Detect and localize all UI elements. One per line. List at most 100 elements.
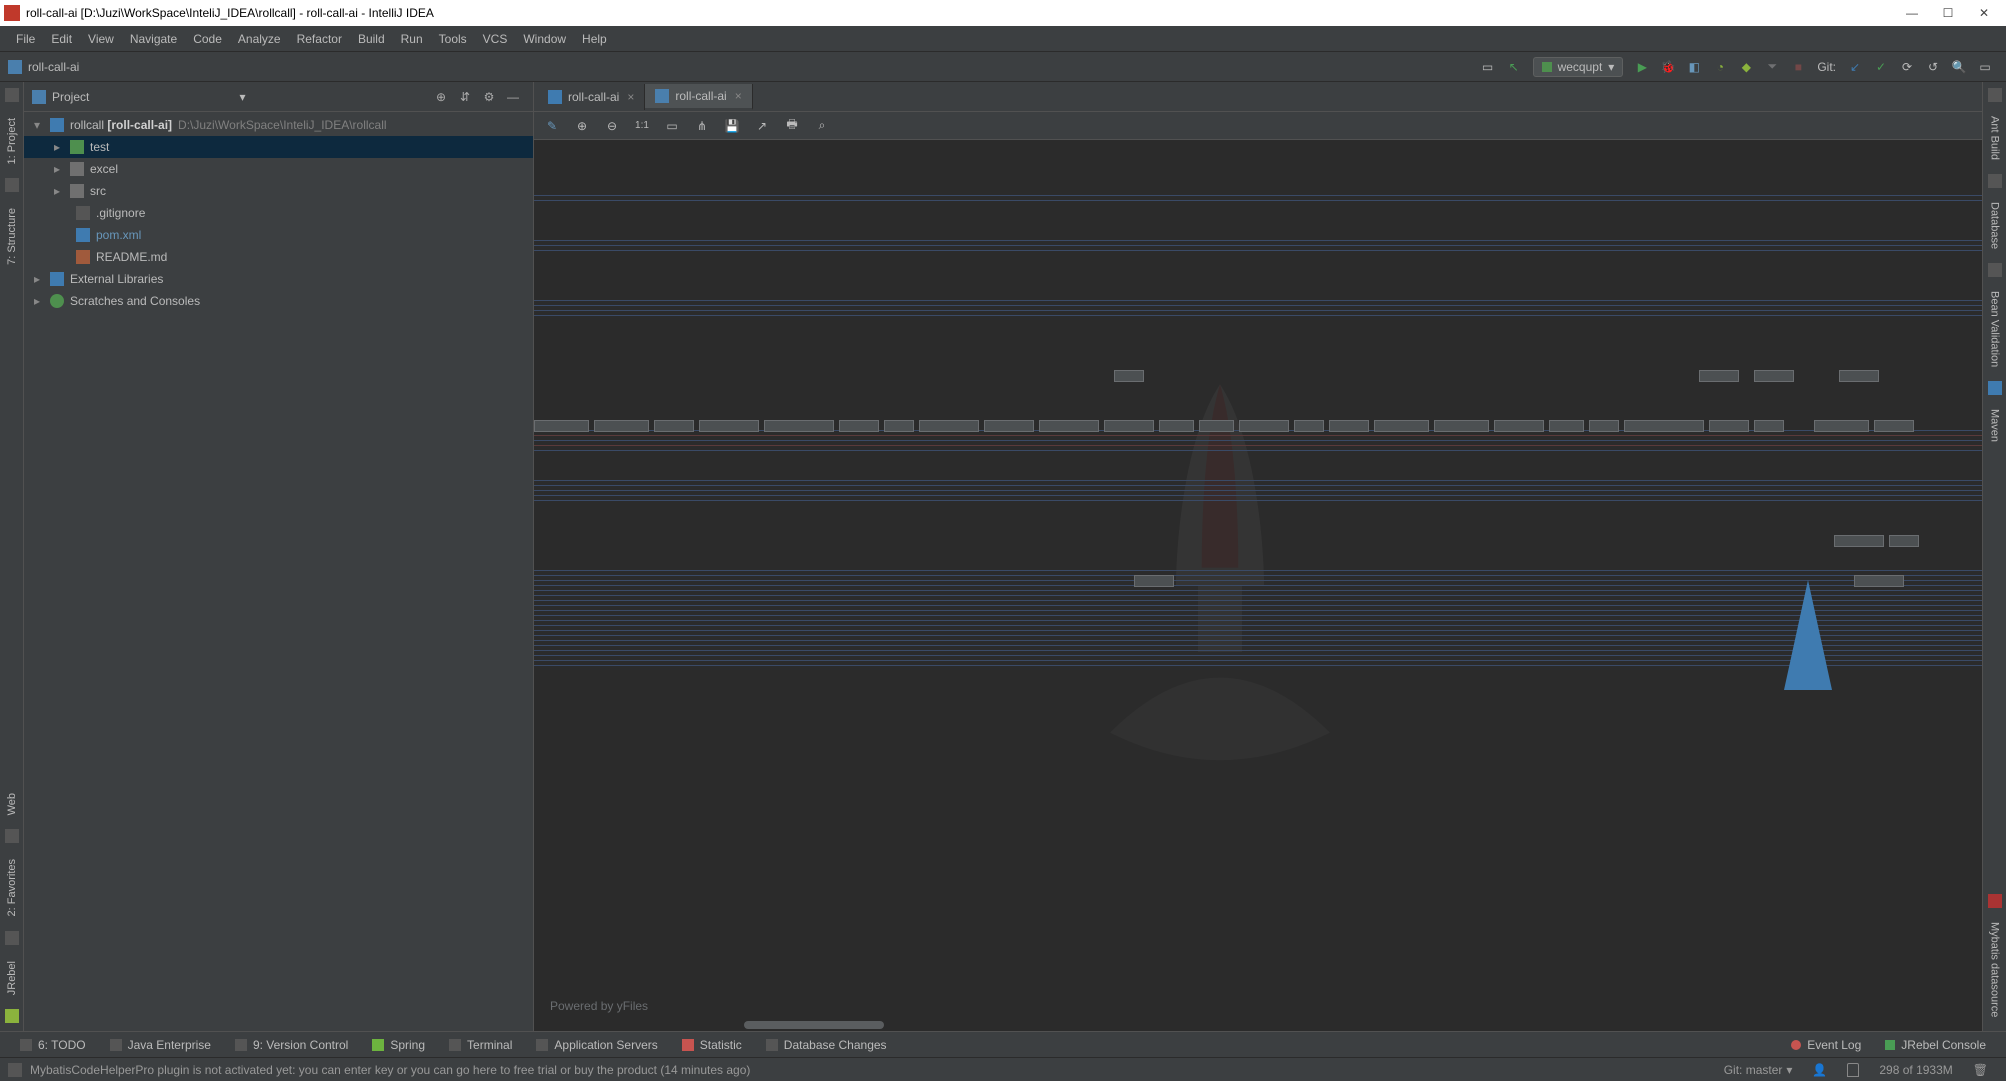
tree-item-test[interactable]: ▸ test — [24, 136, 533, 158]
diagram-node[interactable] — [1329, 420, 1369, 432]
project-view-title[interactable]: Project — [52, 90, 235, 104]
bottom-tab-spring[interactable]: Spring — [360, 1032, 437, 1057]
diagram-node[interactable] — [1294, 420, 1324, 432]
tree-item-src[interactable]: ▸ src — [24, 180, 533, 202]
right-tab-mybatis[interactable]: Mybatis datasource — [1987, 914, 2003, 1025]
status-tool-windows-icon[interactable] — [8, 1063, 22, 1077]
run-with-coverage-button[interactable]: ◧ — [1683, 56, 1705, 78]
bottom-tab-event-log[interactable]: Event Log — [1779, 1032, 1873, 1057]
diagram-node[interactable] — [1854, 575, 1904, 587]
maximize-button[interactable]: ☐ — [1930, 3, 1966, 23]
share-icon[interactable]: ⋔ — [692, 116, 712, 136]
diagram-node[interactable] — [1709, 420, 1749, 432]
expand-arrow-icon[interactable]: ▸ — [50, 140, 64, 154]
right-tab-database[interactable]: Database — [1987, 194, 2003, 257]
status-message[interactable]: MybatisCodeHelperPro plugin is not activ… — [30, 1063, 1714, 1077]
export-icon[interactable]: ↗ — [752, 116, 772, 136]
diagram-node[interactable] — [1889, 535, 1919, 547]
git-revert-button[interactable]: ↺ — [1922, 56, 1944, 78]
back-arrow-icon[interactable]: ↖ — [1503, 56, 1525, 78]
breadcrumb[interactable]: roll-call-ai — [28, 60, 1475, 74]
bottom-tab-terminal[interactable]: Terminal — [437, 1032, 524, 1057]
menu-view[interactable]: View — [80, 32, 122, 46]
diagram-node[interactable] — [1754, 420, 1784, 432]
bottom-tab-db-changes[interactable]: Database Changes — [754, 1032, 899, 1057]
search-everywhere-button[interactable]: 🔍 — [1948, 56, 1970, 78]
diagram-node[interactable] — [534, 420, 589, 432]
diagram-node[interactable] — [1239, 420, 1289, 432]
git-branch-widget[interactable]: Git: master▾ — [1714, 1063, 1803, 1077]
diagram-node[interactable] — [1114, 370, 1144, 382]
left-tab-structure[interactable]: 7: Structure — [4, 200, 20, 273]
collapse-button[interactable]: ⇵ — [455, 87, 475, 107]
left-tab-project[interactable]: 1: Project — [4, 110, 20, 172]
maven-side-icon[interactable] — [1988, 381, 2002, 395]
diagram-node[interactable] — [1589, 420, 1619, 432]
menu-tools[interactable]: Tools — [431, 32, 475, 46]
editor-tab-diagram[interactable]: roll-call-ai × — [645, 84, 752, 110]
hector-icon[interactable]: 👤 — [1802, 1063, 1837, 1077]
right-tab-bean[interactable]: Bean Validation — [1987, 283, 2003, 375]
diagram-cursor[interactable] — [1784, 580, 1832, 690]
stop-button[interactable]: ■ — [1787, 56, 1809, 78]
profile-button[interactable]: ◔ — [1709, 56, 1731, 78]
diagram-node[interactable] — [1754, 370, 1794, 382]
bottom-tab-java-enterprise[interactable]: Java Enterprise — [98, 1032, 223, 1057]
diagram-node[interactable] — [919, 420, 979, 432]
close-tab-icon[interactable]: × — [627, 90, 634, 104]
trash-icon[interactable]: 🗑 — [1963, 1063, 1998, 1077]
layout-settings-icon[interactable]: ▭ — [1477, 56, 1499, 78]
zoom-in-button[interactable]: ⊕ — [572, 116, 592, 136]
menu-run[interactable]: Run — [393, 32, 431, 46]
diagram-node[interactable] — [1104, 420, 1154, 432]
diagram-node[interactable] — [1039, 420, 1099, 432]
settings-icon[interactable]: ⚙ — [479, 87, 499, 107]
run-button[interactable]: ▶ — [1631, 56, 1653, 78]
diagram-node[interactable] — [1199, 420, 1234, 432]
menu-help[interactable]: Help — [574, 32, 615, 46]
close-button[interactable]: ✕ — [1966, 3, 2002, 23]
bottom-tab-statistic[interactable]: Statistic — [670, 1032, 754, 1057]
bottom-tab-todo[interactable]: 6: TODO — [8, 1032, 98, 1057]
diagram-node[interactable] — [884, 420, 914, 432]
diagram-node[interactable] — [1434, 420, 1489, 432]
diagram-node[interactable] — [1494, 420, 1544, 432]
left-tab-web[interactable]: Web — [4, 785, 20, 823]
left-tab-favorites[interactable]: 2: Favorites — [4, 851, 20, 924]
close-tab-icon[interactable]: × — [735, 89, 742, 103]
editor-tab-pom[interactable]: roll-call-ai × — [538, 84, 645, 110]
menu-window[interactable]: Window — [515, 32, 574, 46]
diagram-node[interactable] — [594, 420, 649, 432]
star-icon[interactable] — [5, 931, 19, 945]
git-commit-button[interactable]: ✓ — [1870, 56, 1892, 78]
magic-wand-icon[interactable]: ✎ — [542, 116, 562, 136]
menu-code[interactable]: Code — [185, 32, 230, 46]
tree-item-excel[interactable]: ▸ excel — [24, 158, 533, 180]
debug-button[interactable]: 🐞 — [1657, 56, 1679, 78]
lock-icon[interactable] — [1837, 1063, 1869, 1077]
memory-indicator[interactable]: 298 of 1933M — [1869, 1063, 1962, 1077]
attach-button[interactable]: ⏷ — [1761, 56, 1783, 78]
diagram-node[interactable] — [984, 420, 1034, 432]
project-tree[interactable]: ▾ rollcall [roll-call-ai] D:\Juzi\WorkSp… — [24, 112, 533, 1031]
database-icon[interactable] — [1988, 174, 2002, 188]
tree-item-external-libraries[interactable]: ▸ External Libraries — [24, 268, 533, 290]
ide-settings-icon[interactable]: ▭ — [1974, 56, 1996, 78]
menu-analyze[interactable]: Analyze — [230, 32, 289, 46]
jrebel-icon[interactable] — [5, 1009, 19, 1023]
menu-navigate[interactable]: Navigate — [122, 32, 185, 46]
diagram-node[interactable] — [1814, 420, 1869, 432]
diagram-node[interactable] — [764, 420, 834, 432]
expand-arrow-icon[interactable]: ▸ — [50, 184, 64, 198]
bottom-tab-version-control[interactable]: 9: Version Control — [223, 1032, 360, 1057]
zoom-out-button[interactable]: ⊖ — [602, 116, 622, 136]
structure-icon[interactable] — [5, 178, 19, 192]
jrebel-run-button[interactable]: ◆ — [1735, 56, 1757, 78]
chevron-down-icon[interactable]: ▾ — [239, 90, 245, 104]
web-icon[interactable] — [5, 829, 19, 843]
menu-edit[interactable]: Edit — [43, 32, 80, 46]
right-tab-ant[interactable]: Ant Build — [1987, 108, 2003, 168]
run-configuration-select[interactable]: wecqupt ▾ — [1533, 57, 1624, 77]
diagram-canvas[interactable]: Powered by yFiles — [534, 140, 1982, 1031]
find-icon[interactable]: ⌕ — [812, 116, 832, 136]
